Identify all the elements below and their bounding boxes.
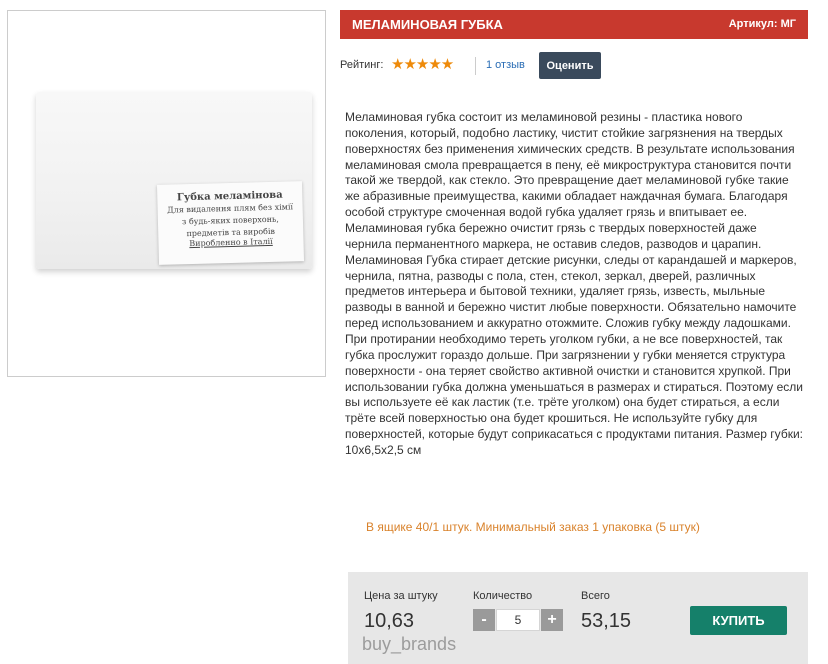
rate-button[interactable]: Оценить <box>539 52 601 79</box>
rating-stars-icon: ★★★★★ <box>391 56 454 73</box>
reviews-link[interactable]: 1 отзыв <box>486 59 525 71</box>
product-title-bar: МЕЛАМИНОВАЯ ГУБКА Артикул: МГ <box>340 10 808 39</box>
quantity-label: Количество <box>473 590 533 602</box>
product-image-frame[interactable]: Губка меламінова Для видалення плям без … <box>7 10 326 377</box>
product-article: Артикул: МГ <box>728 18 796 30</box>
box-info-text: В ящике 40/1 штук. Минимальный заказ 1 у… <box>366 520 700 534</box>
quantity-increase-button[interactable]: + <box>541 609 563 631</box>
buy-button[interactable]: КУПИТЬ <box>690 606 787 635</box>
rating-divider <box>475 57 476 75</box>
quantity-decrease-button[interactable]: - <box>473 609 495 631</box>
price-value: 10,63 <box>364 610 415 632</box>
watermark-text: buy_brands <box>362 634 457 654</box>
quantity-input[interactable] <box>496 609 540 631</box>
total-label: Всего <box>581 590 610 602</box>
rating-label: Рейтинг: <box>340 59 384 71</box>
price-label: Цена за штуку <box>364 590 438 602</box>
total-value: 53,15 <box>581 610 632 632</box>
sponge-package-label: Губка меламінова Для видалення плям без … <box>156 181 305 265</box>
product-title: МЕЛАМИНОВАЯ ГУБКА <box>352 17 503 32</box>
product-description: Меламиновая губка состоит из меламиновой… <box>345 110 804 458</box>
